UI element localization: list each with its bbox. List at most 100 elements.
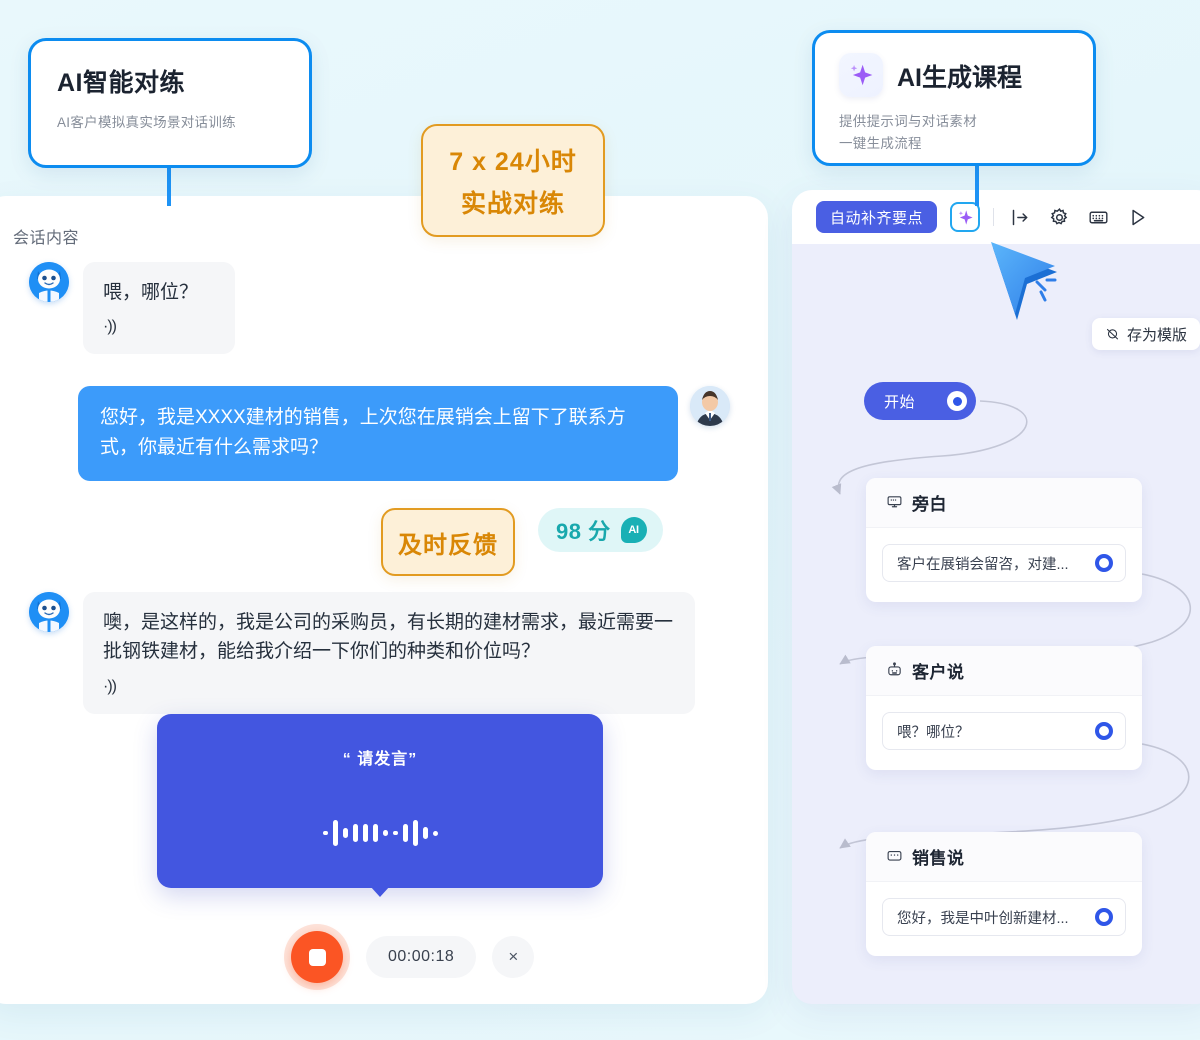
bot-avatar bbox=[29, 592, 69, 632]
flow-node-narration[interactable]: 旁白 客户在展销会留咨，对建... bbox=[866, 478, 1142, 602]
chat-message-customer-2: 噢，是这样的，我是公司的采购员，有长期的建材需求，最近需要一批钢铁建材，能给我介… bbox=[29, 592, 695, 714]
node-field-value: 您好，我是中叶创新建材... bbox=[897, 910, 1069, 927]
node-body: 喂？哪位？ bbox=[866, 696, 1142, 770]
flow-toolbar: 自动补齐要点 bbox=[792, 190, 1200, 244]
node-output-port[interactable] bbox=[947, 391, 967, 411]
waveform-bar bbox=[432, 830, 438, 836]
stop-square-icon bbox=[308, 948, 326, 966]
chat-bubble: 噢，是这样的，我是公司的采购员，有长期的建材需求，最近需要一批钢铁建材，能给我介… bbox=[83, 592, 695, 714]
chat-message-sales-1: 您好，我是XXXX建材的销售，上次您在展销会上留下了联系方式，你最近有什么需求吗… bbox=[78, 386, 730, 481]
auto-fill-points-button[interactable]: 自动补齐要点 bbox=[816, 201, 938, 233]
callout-subtitle: AI客户模拟真实场景对话训练 bbox=[57, 115, 236, 130]
speak-panel-pointer bbox=[370, 886, 390, 897]
flow-node-start-label: 开始 bbox=[884, 393, 916, 411]
node-field-value: 客户在展销会留咨，对建... bbox=[897, 556, 1069, 573]
login-arrow-icon[interactable] bbox=[1007, 204, 1033, 230]
waveform-bar bbox=[362, 824, 368, 842]
flow-node-sales[interactable]: 销售说 您好，我是中叶创新建材... bbox=[866, 832, 1142, 956]
ai-badge-icon: AI bbox=[620, 517, 647, 543]
recorder-controls: 00:00:18 × bbox=[284, 924, 535, 990]
salesman-avatar bbox=[690, 386, 730, 426]
waveform-bar bbox=[372, 824, 378, 842]
gear-icon[interactable] bbox=[1046, 204, 1072, 230]
audio-waveform-icon bbox=[322, 813, 438, 853]
waveform-bar bbox=[422, 827, 428, 839]
waveform-bar bbox=[352, 824, 358, 842]
stop-record-button[interactable] bbox=[291, 931, 343, 983]
sparkle-tile bbox=[839, 53, 883, 97]
close-recorder-button[interactable]: × bbox=[492, 936, 535, 978]
bot-avatar bbox=[29, 262, 69, 302]
audio-play-icon[interactable]: ·)) bbox=[103, 315, 215, 340]
badge-247-training: 7 x 24小时 实战对练 bbox=[421, 124, 605, 237]
waveform-bar bbox=[322, 831, 328, 835]
sparkle-icon-button[interactable] bbox=[950, 202, 981, 232]
node-header: 旁白 bbox=[866, 478, 1142, 528]
flow-canvas[interactable]: 存为模版 开始 旁白 客户在展销会留咨，对建... 客户说 喂？哪位？ 销售说 … bbox=[792, 244, 1200, 1004]
app-root: 会话内容 喂，哪位？ ·)) 您好，我是XXXX建材的销售，上次您在展销会上留下… bbox=[0, 0, 1200, 1040]
robot-icon bbox=[888, 662, 901, 676]
chat-bubble: 您好，我是XXXX建材的销售，上次您在展销会上留下了联系方式，你最近有什么需求吗… bbox=[78, 386, 678, 481]
badge-line-1: 7 x 24小时 bbox=[449, 147, 577, 176]
node-header: 销售说 bbox=[866, 832, 1142, 882]
chat-message-customer-1: 喂，哪位？ ·)) bbox=[29, 262, 235, 355]
toolbar-divider bbox=[993, 208, 995, 226]
score-value: 98 分 bbox=[556, 519, 611, 544]
badge-line-2: 实战对练 bbox=[460, 189, 565, 218]
callout-title: AI智能对练 bbox=[57, 69, 186, 97]
timer-value: 00:00:18 bbox=[388, 948, 455, 965]
stop-record-halo bbox=[284, 924, 350, 990]
callout-title: AI生成课程 bbox=[897, 64, 1023, 92]
callout-subtitle: 提供提示词与对话素材 一键生成流程 bbox=[839, 111, 1069, 156]
save-template-button[interactable]: 存为模版 bbox=[1091, 318, 1200, 350]
message-text: 噢，是这样的，我是公司的采购员，有长期的建材需求，最近需要一批钢铁建材，能给我介… bbox=[103, 612, 674, 663]
feedback-badge-label: 及时反馈 bbox=[398, 531, 498, 559]
recording-timer: 00:00:18 bbox=[366, 936, 477, 978]
chat-icon bbox=[887, 850, 902, 861]
node-body: 客户在展销会留咨，对建... bbox=[866, 528, 1142, 602]
node-title: 旁白 bbox=[912, 495, 947, 514]
node-field-value: 喂？哪位？ bbox=[897, 724, 970, 741]
node-field[interactable]: 客户在展销会留咨，对建... bbox=[882, 544, 1126, 582]
callout-ai-training: AI智能对练 AI客户模拟真实场景对话训练 bbox=[28, 38, 312, 168]
score-chip: 98 分 AI bbox=[538, 508, 663, 552]
waveform-bar bbox=[332, 820, 338, 846]
node-output-port[interactable] bbox=[1095, 908, 1113, 926]
play-icon[interactable] bbox=[1124, 204, 1150, 230]
message-text: 喂，哪位？ bbox=[103, 282, 199, 303]
callout-subtitle-line2: 一键生成流程 bbox=[839, 136, 922, 152]
callout-right-stem bbox=[975, 164, 979, 206]
mouse-pointer-cursor bbox=[985, 240, 1077, 357]
node-header: 客户说 bbox=[866, 646, 1142, 696]
sparkle-icon bbox=[850, 64, 873, 86]
waveform-bar bbox=[412, 820, 418, 846]
narration-icon bbox=[887, 496, 902, 508]
template-icon bbox=[1106, 328, 1119, 339]
node-output-port[interactable] bbox=[1095, 554, 1113, 572]
speak-prompt-panel: “ 请发言” bbox=[157, 714, 603, 888]
close-icon: × bbox=[508, 947, 519, 966]
flow-node-customer[interactable]: 客户说 喂？哪位？ bbox=[866, 646, 1142, 770]
node-title: 销售说 bbox=[912, 849, 965, 868]
audio-play-icon[interactable]: ·)) bbox=[103, 675, 675, 700]
node-field[interactable]: 您好，我是中叶创新建材... bbox=[882, 898, 1126, 936]
callout-subtitle-line1: 提供提示词与对话素材 bbox=[839, 114, 977, 129]
node-output-port[interactable] bbox=[1095, 722, 1113, 740]
message-text: 您好，我是XXXX建材的销售，上次您在展销会上留下了联系方式，你最近有什么需求吗… bbox=[100, 407, 626, 459]
chat-bubble: 喂，哪位？ ·)) bbox=[83, 262, 235, 355]
waveform-bar bbox=[382, 830, 388, 836]
node-field[interactable]: 喂？哪位？ bbox=[882, 712, 1126, 750]
keyboard-icon[interactable] bbox=[1085, 204, 1111, 230]
sparkle-icon bbox=[958, 209, 973, 225]
node-title: 客户说 bbox=[912, 663, 965, 682]
flow-node-start[interactable]: 开始 bbox=[864, 382, 976, 420]
callout-left-stem bbox=[167, 166, 171, 206]
node-body: 您好，我是中叶创新建材... bbox=[866, 882, 1142, 956]
save-template-label: 存为模版 bbox=[1126, 326, 1187, 344]
auto-fill-points-label: 自动补齐要点 bbox=[830, 209, 924, 227]
waveform-bar bbox=[342, 828, 348, 838]
waveform-bar bbox=[392, 831, 398, 835]
feedback-badge: 及时反馈 bbox=[381, 508, 515, 576]
callout-ai-course: AI生成课程 提供提示词与对话素材 一键生成流程 bbox=[812, 30, 1096, 166]
speak-prompt-text: “ 请发言” bbox=[342, 751, 418, 768]
